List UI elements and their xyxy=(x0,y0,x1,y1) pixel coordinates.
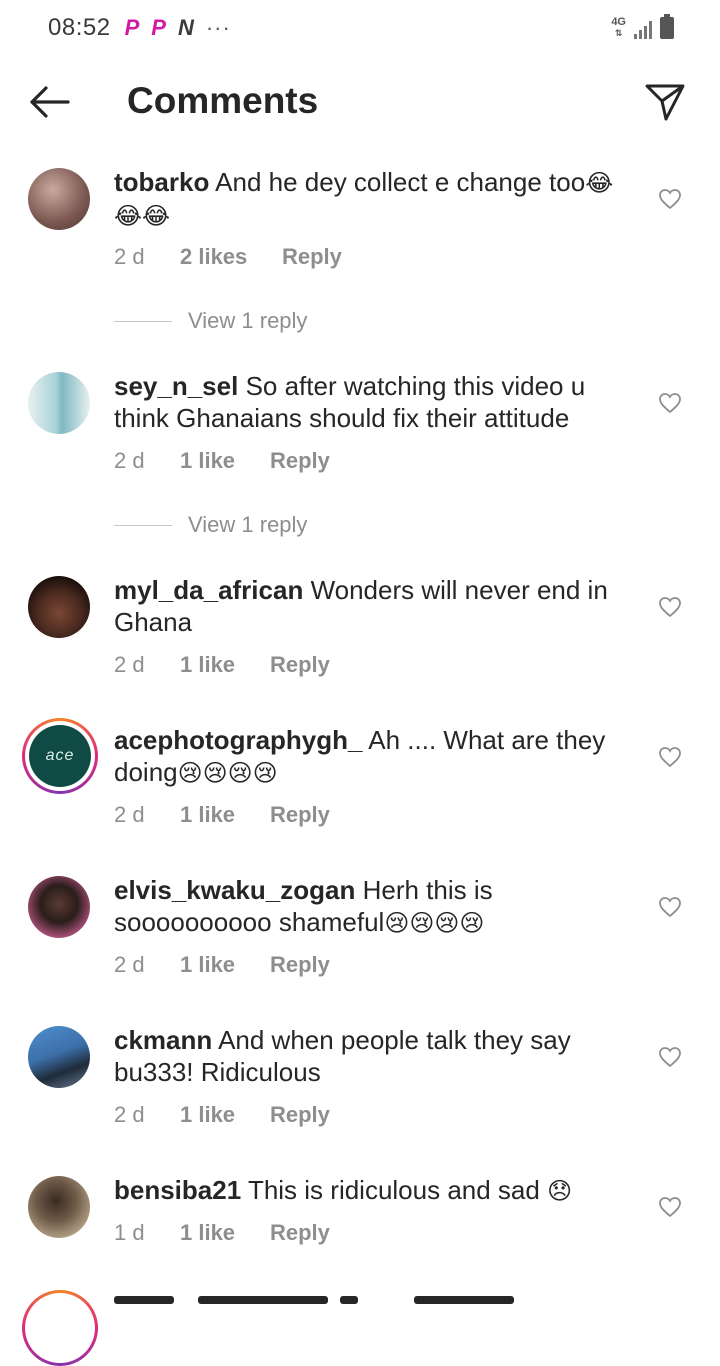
comment-text: acephotographygh_ Ah .... What are they … xyxy=(114,724,634,789)
reply-button[interactable]: Reply xyxy=(270,1220,330,1246)
like-heart-icon[interactable] xyxy=(658,896,682,918)
comment-username[interactable]: tobarko xyxy=(114,167,209,197)
share-button[interactable] xyxy=(644,82,686,122)
comment-meta: 2 d 1 like Reply xyxy=(114,652,330,678)
comment-age: 2 d xyxy=(114,244,145,269)
comment-username[interactable]: ckmann xyxy=(114,1025,212,1055)
comment-meta: 2 d 1 like Reply xyxy=(114,448,330,474)
comment-meta: 1 d 1 like Reply xyxy=(114,1220,330,1246)
notification-app-icon: P xyxy=(151,15,166,40)
comment-likes[interactable]: 2 likes xyxy=(180,244,282,270)
header: Comments xyxy=(0,62,720,142)
comment-likes[interactable]: 1 like xyxy=(180,1220,270,1246)
comment-age: 2 d xyxy=(114,652,145,677)
comment-likes[interactable]: 1 like xyxy=(180,1102,270,1128)
view-replies-button[interactable]: View 1 reply xyxy=(114,512,307,538)
more-notifications-icon: ··· xyxy=(205,15,231,40)
avatar[interactable] xyxy=(28,372,90,434)
network-icon: 4G ⇅ xyxy=(611,16,626,39)
comment-username[interactable]: bensiba21 xyxy=(114,1175,241,1205)
divider-line xyxy=(114,524,172,526)
notification-app-icon: P xyxy=(124,15,140,40)
comment-username[interactable]: sey_n_sel xyxy=(114,371,238,401)
like-heart-icon[interactable] xyxy=(658,1046,682,1068)
like-heart-icon[interactable] xyxy=(658,596,682,618)
comment-age: 2 d xyxy=(114,1102,145,1127)
like-heart-icon[interactable] xyxy=(658,188,682,210)
divider-line xyxy=(114,320,172,322)
reply-button[interactable]: Reply xyxy=(270,652,330,678)
comment-body: And he dey collect e change too xyxy=(215,167,586,197)
avatar[interactable] xyxy=(28,1176,90,1238)
avatar[interactable] xyxy=(22,1290,98,1366)
comment-likes[interactable]: 1 like xyxy=(180,652,270,678)
reply-button[interactable]: Reply xyxy=(270,448,330,474)
page-title: Comments xyxy=(127,80,319,121)
avatar[interactable] xyxy=(28,876,90,938)
reply-button[interactable]: Reply xyxy=(270,802,330,828)
status-bar: 08:52 P P N ··· 4G ⇅ xyxy=(0,0,720,56)
network-label: 4G xyxy=(611,16,626,28)
comment-text: ckmann And when people talk they say bu3… xyxy=(114,1024,634,1088)
comment-age: 2 d xyxy=(114,952,145,977)
comment-text: sey_n_sel So after watching this video u… xyxy=(114,370,634,434)
comment-username[interactable]: elvis_kwaku_zogan xyxy=(114,875,355,905)
comment-text-partial xyxy=(114,1290,614,1311)
status-indicators: 4G ⇅ xyxy=(611,14,674,39)
comment-meta: 2 d 1 like Reply xyxy=(114,802,330,828)
avatar[interactable] xyxy=(28,576,90,638)
comment-age: 2 d xyxy=(114,802,145,827)
reply-button[interactable]: Reply xyxy=(270,952,330,978)
comment-likes[interactable]: 1 like xyxy=(180,952,270,978)
like-heart-icon[interactable] xyxy=(658,1196,682,1218)
comment-meta: 2 d 1 like Reply xyxy=(114,952,330,978)
comment-text: tobarko And he dey collect e change too😂… xyxy=(114,166,634,232)
comment-emoji: 😢😢😢😢 xyxy=(384,909,485,937)
like-heart-icon[interactable] xyxy=(658,746,682,768)
avatar-logo-text: ace xyxy=(45,747,75,764)
avatar[interactable] xyxy=(28,1026,90,1088)
avatar[interactable]: ace xyxy=(22,718,98,794)
reply-button[interactable]: Reply xyxy=(270,1102,330,1128)
view-replies-label: View 1 reply xyxy=(188,512,308,537)
signal-icon xyxy=(634,21,652,39)
comment-text: myl_da_african Wonders will never end in… xyxy=(114,574,634,638)
view-replies-label: View 1 reply xyxy=(188,308,308,333)
battery-icon xyxy=(660,14,674,39)
paper-plane-icon xyxy=(645,84,685,121)
comment-meta: 2 d 2 likes Reply xyxy=(114,244,342,270)
avatar[interactable] xyxy=(28,168,90,230)
ace-logo-icon: ace xyxy=(29,725,91,787)
status-time: 08:52 xyxy=(48,14,111,41)
comment-emoji: 😢😢😢😢 xyxy=(177,759,278,787)
comment-likes[interactable]: 1 like xyxy=(180,448,270,474)
notification-app-icon: N xyxy=(177,15,194,40)
arrow-left-icon xyxy=(30,86,70,118)
comment-text: bensiba21 This is ridiculous and sad 😞 xyxy=(114,1174,634,1207)
comment-text: elvis_kwaku_zogan Herh this is soooooooo… xyxy=(114,874,634,939)
reply-button[interactable]: Reply xyxy=(282,244,342,270)
comment-emoji: 😞 xyxy=(547,1177,573,1205)
comment-username[interactable]: myl_da_african xyxy=(114,575,303,605)
back-button[interactable] xyxy=(26,84,72,120)
comment-age: 2 d xyxy=(114,448,145,473)
like-heart-icon[interactable] xyxy=(658,392,682,414)
comment-body: This is ridiculous and sad xyxy=(247,1175,540,1205)
view-replies-button[interactable]: View 1 reply xyxy=(114,308,307,334)
comment-meta: 2 d 1 like Reply xyxy=(114,1102,330,1128)
comment-username[interactable]: acephotographygh_ xyxy=(114,725,362,755)
comment-likes[interactable]: 1 like xyxy=(180,802,270,828)
comment-age: 1 d xyxy=(114,1220,145,1245)
